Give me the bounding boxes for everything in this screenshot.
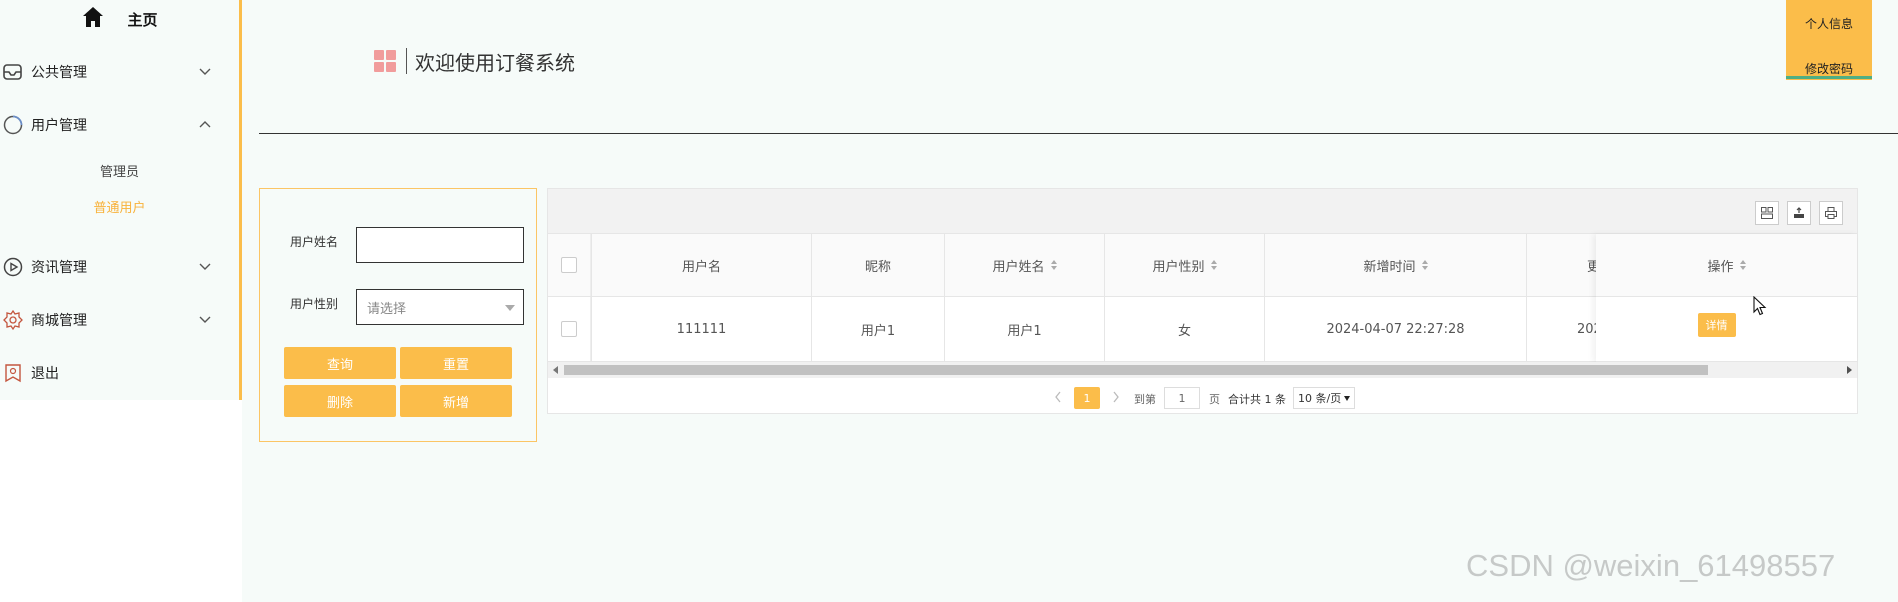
menu-label: 公共管理: [31, 65, 87, 81]
page-size-value: 10 条/页: [1298, 392, 1342, 405]
select-all-checkbox-cell: [548, 234, 590, 296]
cell-gender: 女: [1105, 297, 1265, 361]
column-header-name[interactable]: 用户姓名: [945, 234, 1105, 296]
horizontal-scrollbar[interactable]: [548, 362, 1857, 378]
menu-user-management[interactable]: 用户管理: [0, 110, 239, 140]
grid-icon: [374, 50, 396, 72]
name-input[interactable]: [356, 227, 524, 263]
chevron-down-icon: [199, 263, 211, 270]
menu-label: 退出: [31, 366, 59, 382]
page-number-current[interactable]: 1: [1074, 387, 1100, 409]
cell-username: 111111: [592, 297, 812, 361]
exit-badge-icon: [2, 362, 24, 384]
export-icon[interactable]: [1787, 201, 1811, 225]
menu-logout[interactable]: 退出: [0, 358, 239, 388]
mouse-cursor-icon: [1753, 296, 1767, 316]
column-title: 用户名: [681, 259, 721, 275]
page-size-wrap: 10 条/页: [1293, 387, 1356, 409]
page-size-select[interactable]: 10 条/页: [1293, 387, 1356, 409]
scroll-right-icon[interactable]: [1847, 366, 1852, 374]
menu-label: 商城管理: [31, 313, 87, 329]
gender-select[interactable]: 请选择: [356, 289, 524, 325]
gender-field-label: 用户性别: [290, 297, 339, 311]
add-button[interactable]: 新增: [400, 385, 512, 417]
column-header-gender[interactable]: 用户性别: [1105, 234, 1265, 296]
menu-label: 资讯管理: [31, 260, 87, 276]
column-header-nickname: 昵称: [812, 234, 945, 296]
goto-input-wrap: 1: [1164, 387, 1200, 409]
user-menu-underline: [1786, 76, 1872, 79]
inbox-icon: [2, 61, 24, 83]
column-title: 用户姓名: [992, 259, 1045, 275]
sort-icon[interactable]: [1739, 260, 1746, 270]
goto-label: 到第: [1134, 393, 1156, 406]
menu-mall-management[interactable]: 商城管理: [0, 305, 239, 335]
sort-icon[interactable]: [1421, 260, 1428, 270]
row-checkbox-cell: [548, 297, 590, 361]
gender-select-placeholder: 请选择: [367, 301, 407, 317]
row-checkbox[interactable]: [561, 321, 577, 337]
cell-name: 用户1: [945, 297, 1105, 361]
sidebar-spacer: [0, 400, 242, 602]
fixed-action-column: 操作 详情: [1596, 234, 1857, 362]
column-title: 用户性别: [1152, 259, 1205, 275]
column-title: 新增时间: [1363, 259, 1416, 275]
header-divider: [259, 133, 1898, 134]
detail-button[interactable]: 详情: [1697, 313, 1736, 337]
column-header-username: 用户名: [592, 234, 812, 296]
home-icon: [81, 5, 105, 33]
submenu-admin[interactable]: 管理员: [0, 160, 239, 186]
column-header-created[interactable]: 新增时间: [1265, 234, 1527, 296]
reset-button[interactable]: 重置: [400, 347, 512, 379]
prev-page-icon[interactable]: [1053, 390, 1063, 404]
scrollbar-thumb[interactable]: [564, 365, 1708, 375]
pagination: 1 到第 1 页 合计共 1 条 10 条/页: [548, 378, 1857, 414]
cell-nickname: 用户1: [812, 297, 945, 361]
user-menu: 个人信息 修改密码: [1786, 0, 1872, 80]
title-divider: [406, 48, 407, 74]
goto-page-input[interactable]: 1: [1164, 387, 1200, 409]
caret-down-icon: [505, 305, 515, 311]
data-table: 用户名 昵称 用户姓名 用户性别 新增时间 更新时间 111111 用户1 用户…: [547, 188, 1858, 414]
submenu-normal-user[interactable]: 普通用户: [0, 196, 239, 222]
cell-created: 2024-04-07 22:27:28: [1265, 297, 1527, 361]
home-label: 主页: [127, 10, 158, 29]
profile-link[interactable]: 个人信息: [1786, 15, 1872, 32]
action-cell: 详情: [1596, 297, 1857, 362]
page-header: 欢迎使用订餐系统: [374, 46, 575, 76]
next-page-icon[interactable]: [1111, 390, 1121, 404]
search-panel: 用户姓名 用户性别 请选择 查询 重置 删除 新增: [259, 188, 537, 442]
table-toolbar: [548, 189, 1857, 234]
page-number[interactable]: 1: [1074, 387, 1100, 409]
column-title: 操作: [1707, 259, 1734, 275]
page-title: 欢迎使用订餐系统: [415, 50, 575, 75]
menu-public-management[interactable]: 公共管理: [0, 57, 239, 87]
sidebar: 主页 公共管理 用户管理 管理员 普通用户 资讯管理 商城管理 退出: [0, 0, 242, 400]
chevron-down-icon: [199, 316, 211, 323]
query-button[interactable]: 查询: [284, 347, 396, 379]
sort-icon[interactable]: [1050, 260, 1057, 270]
gear-flower-icon: [2, 309, 24, 331]
play-circle-icon: [2, 256, 24, 278]
menu-label: 用户管理: [31, 118, 87, 134]
column-header-action[interactable]: 操作: [1596, 234, 1857, 297]
watermark: CSDN @weixin_61498557: [1466, 548, 1836, 583]
columns-filter-icon[interactable]: [1755, 201, 1779, 225]
chevron-up-icon: [199, 121, 211, 128]
total-count: 合计共 1 条: [1228, 393, 1286, 406]
column-title: 昵称: [864, 259, 891, 275]
page-unit-label: 页: [1209, 393, 1220, 406]
scroll-left-icon[interactable]: [553, 366, 558, 374]
menu-news-management[interactable]: 资讯管理: [0, 252, 239, 282]
chevron-down-icon: [199, 68, 211, 75]
user-circle-icon: [2, 114, 24, 136]
select-all-checkbox[interactable]: [561, 257, 577, 273]
print-icon[interactable]: [1819, 201, 1843, 225]
sort-icon[interactable]: [1210, 260, 1217, 270]
caret-down-icon: [1344, 395, 1351, 401]
name-field-label: 用户姓名: [290, 235, 339, 249]
change-password-link[interactable]: 修改密码: [1786, 60, 1872, 77]
delete-button[interactable]: 删除: [284, 385, 396, 417]
home-link[interactable]: 主页: [0, 0, 239, 38]
